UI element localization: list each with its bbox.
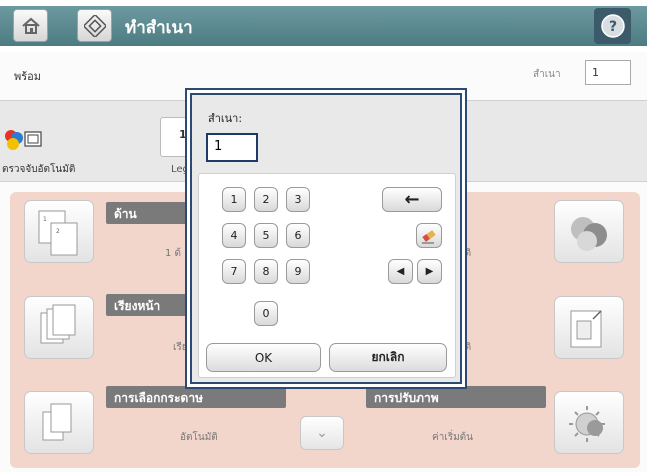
cursor-right-button[interactable]: ▶ (417, 259, 442, 284)
eraser-icon (422, 229, 436, 243)
color-tile[interactable] (554, 200, 624, 263)
color-detect-icon (5, 130, 42, 150)
sides-value: 1 ด้ (165, 248, 182, 259)
key-3[interactable]: 3 (286, 187, 310, 212)
key-7[interactable]: 7 (222, 259, 246, 284)
clear-button[interactable] (416, 223, 442, 248)
key-5[interactable]: 5 (254, 223, 278, 248)
sides-icon: 1 2 (38, 210, 78, 256)
help-button[interactable]: ? (594, 8, 631, 44)
backspace-button[interactable]: ← (382, 187, 442, 212)
collate-tile[interactable] (24, 296, 94, 359)
chevron-down-icon: ⌄ (316, 425, 328, 441)
key-8[interactable]: 8 (254, 259, 278, 284)
paper-select-title: การเลือกกระดาษ (106, 386, 286, 408)
key-1[interactable]: 1 (222, 187, 246, 212)
copies-dialog: สำเนา: 1 1 2 3 4 5 6 7 8 9 0 ← ◀ ▶ OK ยก… (190, 93, 462, 384)
collate-icon (40, 304, 76, 344)
autodetect-label: ตรวจจับอัตโนมัติ (2, 164, 76, 175)
svg-text:1: 1 (43, 216, 47, 223)
title-bar: ทำสำเนา ? (0, 0, 647, 52)
home-button[interactable] (13, 9, 48, 42)
reduce-enlarge-icon (570, 310, 602, 348)
image-adjust-value: ค่าเริ่มต้น (432, 432, 474, 443)
help-glyph: ? (608, 19, 616, 35)
cursor-left-button[interactable]: ◀ (388, 259, 413, 284)
key-9[interactable]: 9 (286, 259, 310, 284)
status-text: พร้อม (14, 70, 42, 83)
sides-title: ด้าน (106, 202, 192, 224)
key-6[interactable]: 6 (286, 223, 310, 248)
paper-select-icon (42, 403, 72, 441)
copy-screen: ทำสำเนา ? พร้อม สำเนา 1 ตรวจจับอัตโนมัติ… (0, 0, 647, 472)
paper-select-tile[interactable] (24, 391, 94, 454)
page-title: ทำสำเนา (125, 18, 193, 38)
autodetect-button[interactable] (3, 126, 49, 156)
home-icon (21, 17, 40, 34)
copy-icon (83, 14, 106, 37)
backspace-icon: ← (404, 189, 420, 210)
sides-tile[interactable]: 1 2 (24, 200, 94, 263)
image-adjust-title: การปรับภาพ (366, 386, 546, 408)
paper-label: Leg (171, 164, 189, 175)
ok-button[interactable]: OK (206, 343, 321, 372)
collate-title: เรียงหน้า (106, 294, 192, 316)
key-4[interactable]: 4 (222, 223, 246, 248)
arrow-left-icon: ◀ (396, 266, 405, 277)
svg-text:2: 2 (56, 228, 60, 235)
copy-app-icon (77, 9, 112, 42)
paper-select-value: อัตโนมัติ (180, 432, 218, 443)
image-adjust-tile[interactable] (554, 391, 624, 454)
arrow-right-icon: ▶ (425, 266, 434, 277)
key-2[interactable]: 2 (254, 187, 278, 212)
copies-input[interactable]: 1 (206, 133, 258, 162)
more-options-button[interactable]: ⌄ (300, 416, 344, 450)
color-mode-icon (571, 217, 607, 251)
reduce-enlarge-tile[interactable] (554, 296, 624, 359)
image-adjust-icon (569, 406, 605, 442)
dialog-label: สำเนา: (208, 112, 243, 125)
help-icon: ? (600, 14, 625, 38)
key-0[interactable]: 0 (254, 301, 278, 326)
copies-label: สำเนา (533, 69, 561, 80)
collate-value: เรีย (173, 342, 188, 353)
cancel-button[interactable]: ยกเลิก (329, 343, 447, 372)
copies-field[interactable]: 1 (585, 60, 631, 85)
